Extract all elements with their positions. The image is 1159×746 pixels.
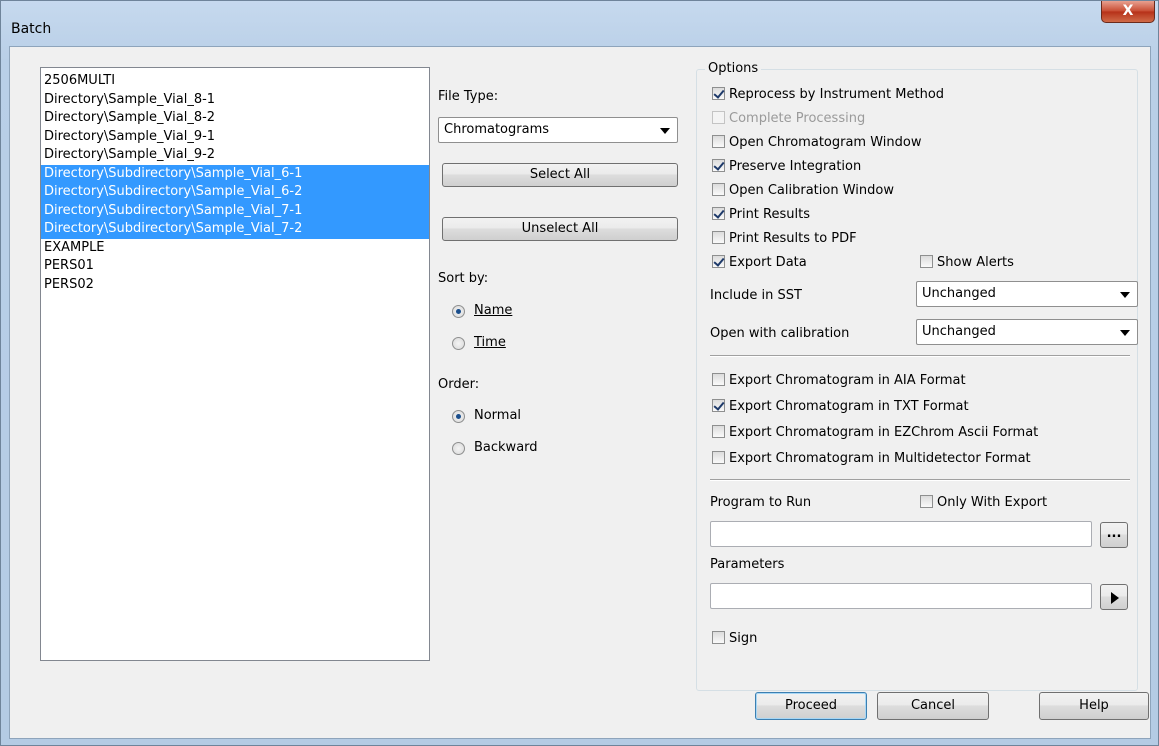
- batch-dialog: Batch X 2506MULTI Directory\Sample_Vial_8…: [0, 0, 1159, 746]
- order-normal-label: Normal: [474, 408, 522, 423]
- export-multidetector-checkbox[interactable]: [712, 451, 725, 464]
- select-all-button[interactable]: Select All: [442, 163, 678, 187]
- file-list-item[interactable]: Directory\Subdirectory\Sample_Vial_6-2: [41, 183, 429, 202]
- sort-name-label: Name: [474, 303, 513, 318]
- file-list-item[interactable]: Directory\Subdirectory\Sample_Vial_7-1: [41, 201, 429, 220]
- show-alerts-option[interactable]: Show Alerts: [920, 255, 1014, 270]
- dialog-body: 2506MULTI Directory\Sample_Vial_8-1 Direct…: [9, 46, 1151, 739]
- order-backward-radio[interactable]: [452, 442, 465, 455]
- order-label: Order:: [438, 377, 480, 392]
- open-calibration-window-option[interactable]: Open Calibration Window: [712, 183, 894, 198]
- file-list-item[interactable]: Directory\Sample_Vial_9-2: [41, 146, 429, 165]
- chevron-down-icon: [1120, 330, 1130, 336]
- play-arrow-icon: [1111, 592, 1119, 604]
- export-data-option[interactable]: Export Data: [712, 255, 807, 270]
- export-ezchrom-checkbox[interactable]: [712, 425, 725, 438]
- file-list-item[interactable]: PERS02: [41, 276, 429, 295]
- sort-name-radio[interactable]: [452, 305, 465, 318]
- order-normal-radio[interactable]: [452, 410, 465, 423]
- parameters-input[interactable]: [710, 583, 1092, 609]
- export-multidetector-option[interactable]: Export Chromatogram in Multidetector For…: [712, 451, 1031, 466]
- print-results-checkbox[interactable]: [712, 207, 725, 220]
- cancel-button[interactable]: Cancel: [877, 692, 989, 720]
- file-type-value: Chromatograms: [444, 122, 550, 137]
- sort-by-label: Sort by:: [438, 271, 489, 286]
- open-chromatogram-window-checkbox[interactable]: [712, 135, 725, 148]
- chevron-down-icon: [1120, 292, 1130, 298]
- preserve-integration-option[interactable]: Preserve Integration: [712, 159, 861, 174]
- window-title: Batch: [11, 21, 52, 37]
- options-separator-2: [710, 479, 1130, 481]
- only-with-export-checkbox[interactable]: [920, 495, 933, 508]
- file-list-item[interactable]: PERS01: [41, 257, 429, 276]
- open-with-calibration-label: Open with calibration: [710, 326, 850, 341]
- file-list-item[interactable]: 2506MULTI: [41, 72, 429, 91]
- sort-time-label: Time: [474, 335, 506, 350]
- program-to-run-input[interactable]: [710, 521, 1092, 547]
- file-list-item[interactable]: Directory\Sample_Vial_8-2: [41, 109, 429, 128]
- open-chromatogram-window-option[interactable]: Open Chromatogram Window: [712, 135, 921, 150]
- preserve-integration-checkbox[interactable]: [712, 159, 725, 172]
- export-aia-option[interactable]: Export Chromatogram in AIA Format: [712, 373, 966, 388]
- file-list-item[interactable]: Directory\Subdirectory\Sample_Vial_6-1: [41, 164, 429, 183]
- print-results-option[interactable]: Print Results: [712, 207, 810, 222]
- unselect-all-button[interactable]: Unselect All: [442, 217, 678, 241]
- title-bar[interactable]: Batch X: [1, 1, 1158, 47]
- include-sst-select[interactable]: Unchanged: [916, 281, 1138, 307]
- export-txt-checkbox[interactable]: [712, 399, 725, 412]
- close-button[interactable]: X: [1101, 1, 1155, 23]
- export-ezchrom-option[interactable]: Export Chromatogram in EZChrom Ascii For…: [712, 425, 1038, 440]
- reprocess-checkbox[interactable]: [712, 87, 725, 100]
- file-type-select[interactable]: Chromatograms: [438, 117, 678, 143]
- only-with-export-option[interactable]: Only With Export: [920, 495, 1047, 510]
- parameters-menu-button[interactable]: [1100, 584, 1128, 610]
- export-aia-checkbox[interactable]: [712, 373, 725, 386]
- open-calibration-window-checkbox[interactable]: [712, 183, 725, 196]
- sign-checkbox[interactable]: [712, 631, 725, 644]
- open-with-calibration-value: Unchanged: [922, 324, 996, 339]
- export-data-checkbox[interactable]: [712, 255, 725, 268]
- proceed-button[interactable]: Proceed: [755, 692, 867, 720]
- file-list-item[interactable]: EXAMPLE: [41, 239, 429, 258]
- help-button[interactable]: Help: [1039, 692, 1149, 720]
- file-list-item[interactable]: Directory\Sample_Vial_8-1: [41, 91, 429, 110]
- export-txt-option[interactable]: Export Chromatogram in TXT Format: [712, 399, 969, 414]
- complete-processing-checkbox: [712, 111, 725, 124]
- sort-time-radio[interactable]: [452, 337, 465, 350]
- file-list-item[interactable]: Directory\Subdirectory\Sample_Vial_7-2: [41, 220, 429, 239]
- include-sst-value: Unchanged: [922, 286, 996, 301]
- sign-option[interactable]: Sign: [712, 631, 757, 646]
- file-list-item[interactable]: Directory\Sample_Vial_9-1: [41, 128, 429, 147]
- file-listbox[interactable]: 2506MULTI Directory\Sample_Vial_8-1 Direct…: [40, 67, 430, 661]
- complete-processing-option: Complete Processing: [712, 111, 865, 126]
- parameters-label: Parameters: [710, 557, 785, 572]
- file-type-label: File Type:: [438, 89, 499, 104]
- options-group-title: Options: [705, 61, 762, 76]
- program-to-run-label: Program to Run: [710, 495, 812, 510]
- chevron-down-icon: [660, 128, 670, 134]
- print-results-pdf-option[interactable]: Print Results to PDF: [712, 231, 857, 246]
- browse-button[interactable]: ...: [1100, 522, 1128, 548]
- options-separator: [710, 355, 1130, 357]
- print-results-pdf-checkbox[interactable]: [712, 231, 725, 244]
- open-with-calibration-select[interactable]: Unchanged: [916, 319, 1138, 345]
- order-backward-label: Backward: [474, 440, 538, 455]
- show-alerts-checkbox[interactable]: [920, 255, 933, 268]
- include-sst-label: Include in SST: [710, 288, 802, 303]
- reprocess-option[interactable]: Reprocess by Instrument Method: [712, 87, 944, 102]
